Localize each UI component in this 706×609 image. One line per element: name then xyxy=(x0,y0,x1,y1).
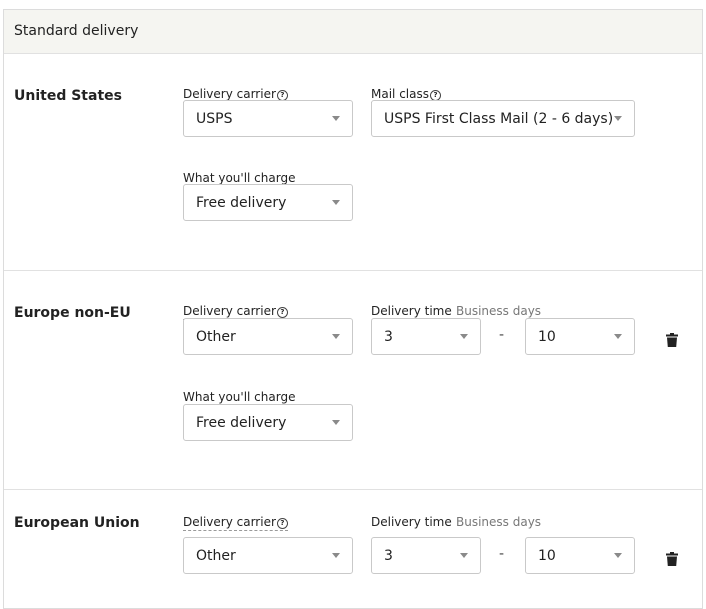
charge-select[interactable]: Free delivery xyxy=(183,184,353,221)
delivery-time-min-select[interactable]: 3 xyxy=(371,537,481,574)
selected-value: Free delivery xyxy=(196,415,287,431)
mail-class-select[interactable]: USPS First Class Mail (2 - 6 days) xyxy=(371,100,635,137)
chevron-down-icon xyxy=(460,334,468,339)
business-days-label: Business days xyxy=(456,304,542,318)
delivery-carrier-label: Delivery carrier? xyxy=(183,515,288,531)
delivery-time-max-select[interactable]: 10 xyxy=(525,537,635,574)
help-icon[interactable]: ? xyxy=(276,518,288,529)
selected-value: Other xyxy=(196,329,236,345)
delivery-time-label: Delivery time xyxy=(371,515,452,529)
selected-value: USPS First Class Mail (2 - 6 days) xyxy=(384,111,614,127)
delivery-carrier-select[interactable]: USPS xyxy=(183,100,353,137)
trash-icon[interactable] xyxy=(666,552,678,566)
range-separator: - xyxy=(499,327,505,343)
chevron-down-icon xyxy=(614,334,622,339)
selected-value: 10 xyxy=(538,548,556,564)
delivery-carrier-select[interactable]: Other xyxy=(183,537,353,574)
help-icon[interactable]: ? xyxy=(276,307,288,318)
selected-value: Other xyxy=(196,548,236,564)
chevron-down-icon xyxy=(614,116,622,121)
standard-delivery-panel: Standard delivery United States Delivery… xyxy=(3,9,703,609)
chevron-down-icon xyxy=(332,116,340,121)
delivery-carrier-select[interactable]: Other xyxy=(183,318,353,355)
chevron-down-icon xyxy=(460,553,468,558)
delivery-time-label: Delivery time xyxy=(371,304,452,318)
charge-label: What you'll charge xyxy=(183,390,296,404)
region-section-europe-non-eu: Europe non-EU Delivery carrier? Other De… xyxy=(4,271,702,490)
panel-header: Standard delivery xyxy=(4,10,702,54)
selected-value: 10 xyxy=(538,329,556,345)
charge-select[interactable]: Free delivery xyxy=(183,404,353,441)
delivery-time-max-select[interactable]: 10 xyxy=(525,318,635,355)
chevron-down-icon xyxy=(332,420,340,425)
business-days-label: Business days xyxy=(456,515,542,529)
selected-value: 3 xyxy=(384,329,393,345)
chevron-down-icon xyxy=(332,553,340,558)
selected-value: 3 xyxy=(384,548,393,564)
panel-title: Standard delivery xyxy=(14,23,139,39)
chevron-down-icon xyxy=(614,553,622,558)
selected-value: USPS xyxy=(196,111,233,127)
trash-icon[interactable] xyxy=(666,333,678,347)
region-name: United States xyxy=(14,88,122,104)
region-name: Europe non-EU xyxy=(14,305,131,321)
chevron-down-icon xyxy=(332,200,340,205)
delivery-time-min-select[interactable]: 3 xyxy=(371,318,481,355)
chevron-down-icon xyxy=(332,334,340,339)
range-separator: - xyxy=(499,546,505,562)
charge-label: What you'll charge xyxy=(183,171,296,185)
region-section-united-states: United States Delivery carrier? USPS Mai… xyxy=(4,54,702,271)
selected-value: Free delivery xyxy=(196,195,287,211)
region-name: European Union xyxy=(14,515,140,531)
region-section-european-union: European Union Delivery carrier? Other D… xyxy=(4,490,702,608)
